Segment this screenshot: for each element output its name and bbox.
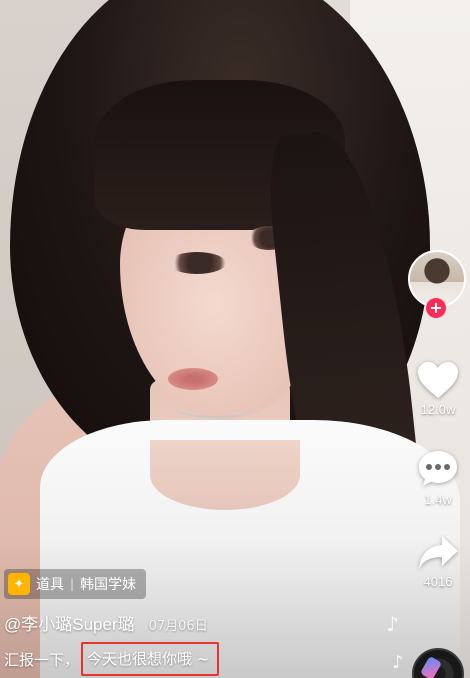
share-arrow-icon[interactable] bbox=[412, 534, 464, 572]
effect-label: 道具 bbox=[36, 577, 64, 593]
necklace bbox=[175, 398, 255, 418]
caption-highlighted-text: 今天也很想你哦 ~ bbox=[81, 642, 220, 676]
like-count: 12.0w bbox=[420, 402, 456, 417]
video-screen[interactable]: + 12.0w 1.4w 4016 ♪ ♪ ✦ 道具 | 韩国学妹 @李小璐Su… bbox=[0, 0, 470, 678]
effect-tag[interactable]: ✦ 道具 | 韩国学妹 bbox=[4, 569, 147, 599]
follow-button[interactable]: + bbox=[426, 298, 446, 318]
magic-wand-icon: ✦ bbox=[8, 573, 30, 595]
left-eye bbox=[168, 252, 226, 274]
post-date: 07月06日 bbox=[148, 619, 208, 634]
share-count: 4016 bbox=[423, 574, 453, 589]
author-handle[interactable]: @李小璐Super璐 bbox=[4, 610, 135, 635]
comment-button[interactable]: 1.4w bbox=[412, 448, 464, 507]
lips bbox=[168, 368, 218, 390]
caption-prefix: 汇报一下， bbox=[4, 650, 80, 669]
author-row: @李小璐Super璐 07月06日 bbox=[4, 610, 208, 635]
music-note-icon: ♪ bbox=[392, 652, 404, 673]
effect-name: 韩国学妹 bbox=[80, 577, 137, 593]
video-caption[interactable]: 汇报一下， 今天也很想你哦 ~ bbox=[4, 642, 220, 676]
music-note-icon: ♪ bbox=[386, 612, 399, 636]
effect-divider: | bbox=[70, 577, 75, 591]
author-avatar-group[interactable]: + bbox=[408, 250, 466, 318]
comment-icon[interactable] bbox=[412, 448, 464, 490]
heart-icon[interactable] bbox=[412, 360, 464, 400]
comment-count: 1.4w bbox=[424, 492, 452, 507]
like-button[interactable]: 12.0w bbox=[412, 360, 464, 417]
share-button[interactable]: 4016 bbox=[412, 534, 464, 589]
neckline bbox=[150, 440, 300, 510]
